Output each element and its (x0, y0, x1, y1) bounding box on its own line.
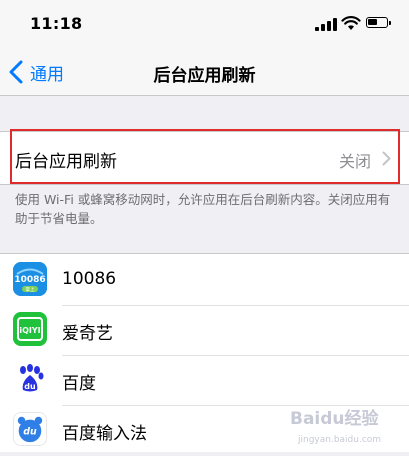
app-row-baidu-input[interactable]: du 百度输入法 (0, 406, 409, 456)
navigation-bar: 通用 后台应用刷新 (0, 48, 409, 96)
baidu-icon: du (13, 362, 47, 396)
status-bar: 11:18 (0, 0, 409, 48)
app-row-iqiyi[interactable]: iQIYI 爱奇艺 (0, 306, 409, 356)
footnote-text: 使用 Wi-Fi 或蜂窝移动网时，允许应用在后台刷新内容。关闭应用有助于节省电量… (15, 192, 391, 226)
app-row-10086[interactable]: 10086 掌上 10086 (0, 256, 409, 306)
background-refresh-label: 后台应用刷新 (15, 152, 117, 172)
battery-icon (366, 17, 391, 28)
china-mobile-10086-icon: 10086 掌上 (13, 262, 47, 296)
app-icon-text: du (23, 427, 37, 438)
settings-group: 后台应用刷新 关闭 (0, 131, 409, 185)
app-name: 百度输入法 (62, 424, 147, 444)
chevron-right-icon (382, 151, 391, 166)
app-name: 百度 (62, 374, 96, 394)
app-icon-text: iQIYI (19, 326, 40, 335)
page-title: 后台应用刷新 (153, 66, 256, 86)
app-icon-text: du (24, 382, 36, 391)
app-row-baidu[interactable]: du 百度 (0, 356, 409, 406)
cellular-signal-icon (315, 17, 337, 31)
background-refresh-row[interactable]: 后台应用刷新 关闭 (0, 132, 409, 184)
background-refresh-value: 关闭 (338, 152, 371, 171)
app-icon-text: 10086 (14, 275, 45, 285)
status-time: 11:18 (30, 14, 83, 33)
wifi-icon (341, 16, 361, 30)
app-name: 10086 (62, 269, 117, 289)
app-list: 10086 掌上 10086 iQIYI 爱奇艺 du 百度 du 百度输入法 (0, 253, 409, 452)
baidu-input-icon: du (13, 412, 47, 446)
app-name: 爱奇艺 (62, 324, 113, 344)
app-icon-subtext: 掌上 (26, 286, 35, 293)
iqiyi-icon: iQIYI (13, 312, 47, 346)
